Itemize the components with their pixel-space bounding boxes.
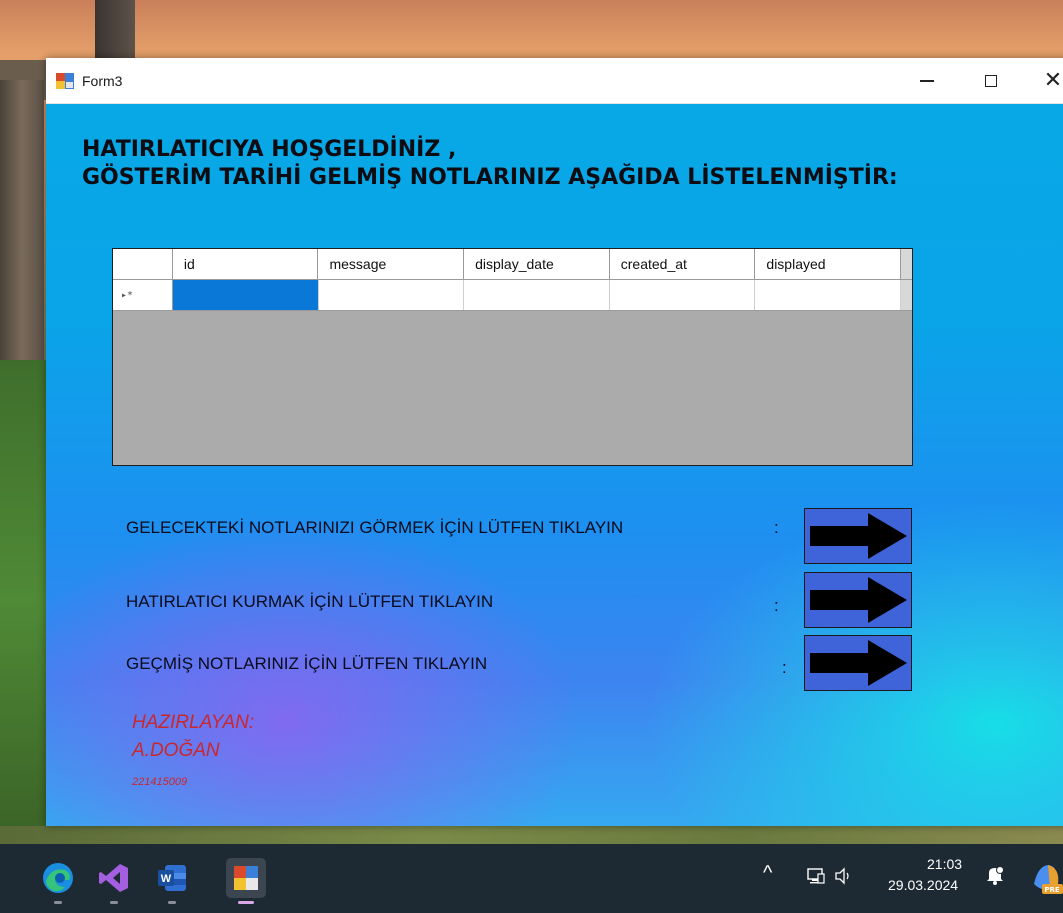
taskbar-form-app-button[interactable]: [226, 858, 266, 904]
column-header-displayed[interactable]: displayed: [755, 249, 902, 279]
close-button[interactable]: ✕: [1030, 58, 1063, 104]
arrow-right-icon: [810, 577, 907, 623]
grid-header-filler: [901, 249, 913, 279]
new-row-marker[interactable]: ▸*: [113, 280, 173, 310]
column-header-message[interactable]: message: [318, 249, 465, 279]
heading-line-1: HATIRLATICIYA HOŞGELDİNİZ ,: [82, 137, 457, 162]
svg-text:PRE: PRE: [1044, 886, 1060, 894]
welcome-heading: HATIRLATICIYA HOŞGELDİNİZ , GÖSTERİM TAR…: [82, 136, 898, 192]
winforms-app-icon: [234, 866, 258, 890]
form-client-area: HATIRLATICIYA HOŞGELDİNİZ , GÖSTERİM TAR…: [46, 104, 1063, 826]
minimize-button[interactable]: [904, 58, 950, 104]
taskbar-word-button[interactable]: W: [152, 858, 192, 904]
visual-studio-icon: [99, 864, 128, 892]
taskbar-edge-button[interactable]: [38, 858, 78, 904]
word-icon: W: [158, 865, 186, 891]
set-reminder-button[interactable]: [804, 572, 912, 628]
desktop-wallpaper-stone: [95, 0, 135, 60]
svg-text:W: W: [161, 873, 172, 885]
copilot-icon[interactable]: PRE: [1030, 860, 1063, 900]
tray-overflow-chevron[interactable]: ^: [763, 862, 772, 885]
heading-line-2: GÖSTERİM TARİHİ GELMİŞ NOTLARINIZ AŞAĞID…: [82, 165, 898, 190]
future-notes-button[interactable]: [804, 508, 912, 564]
grid-header-row: id message display_date created_at displ…: [113, 249, 913, 280]
edge-icon: [43, 863, 73, 893]
row-header-corner[interactable]: [113, 249, 173, 279]
set-reminder-colon: :: [774, 596, 779, 615]
notification-bell-icon[interactable]: [984, 864, 1006, 890]
form-app-icon[interactable]: [56, 72, 74, 89]
title-bar[interactable]: Form3 ✕: [46, 58, 1063, 104]
past-notes-button[interactable]: [804, 635, 912, 691]
desktop-wallpaper-stone: [0, 80, 44, 370]
cell-id[interactable]: [172, 280, 319, 310]
taskbar-running-indicator: [110, 901, 118, 904]
past-notes-colon: :: [782, 658, 787, 677]
window-title: Form3: [82, 72, 123, 89]
table-row-new[interactable]: ▸*: [113, 280, 912, 311]
clock-date[interactable]: 29.03.2024: [888, 877, 958, 893]
desktop-wallpaper-grass: [0, 360, 46, 840]
taskbar-running-indicator: [168, 901, 176, 904]
maximize-icon: [985, 75, 997, 87]
taskbar: W ^ 21:03 29.03.2024 PRE: [0, 844, 1063, 913]
grid-row-filler: [901, 280, 912, 310]
volume-icon[interactable]: [834, 867, 854, 889]
column-header-created-at[interactable]: created_at: [610, 249, 756, 279]
arrow-right-icon: [810, 513, 907, 559]
close-icon: ✕: [1043, 68, 1063, 93]
cell-displayed[interactable]: [755, 280, 901, 310]
cell-created-at[interactable]: [610, 280, 756, 310]
notes-data-grid[interactable]: id message display_date created_at displ…: [112, 248, 913, 466]
cell-message[interactable]: [319, 280, 465, 310]
author-name: A.DOĞAN: [132, 740, 220, 761]
maximize-button[interactable]: [968, 58, 1014, 104]
future-notes-label: GELECEKTEKİ NOTLARINIZI GÖRMEK İÇİN LÜTF…: [126, 518, 624, 537]
past-notes-label: GEÇMİŞ NOTLARINIZ İÇİN LÜTFEN TIKLAYIN: [126, 654, 488, 673]
clock-time[interactable]: 21:03: [927, 856, 962, 872]
column-header-display-date[interactable]: display_date: [464, 249, 610, 279]
arrow-right-icon: [810, 640, 907, 686]
taskbar-running-indicator: [54, 901, 62, 904]
desktop-wallpaper-grass: [0, 826, 1063, 844]
author-label: HAZIRLAYAN:: [132, 712, 255, 733]
author-student-number: 221415009: [132, 776, 188, 788]
set-reminder-label: HATIRLATICI KURMAK İÇİN LÜTFEN TIKLAYIN: [126, 592, 494, 611]
network-icon[interactable]: [806, 866, 826, 890]
form3-window: Form3 ✕ HATIRLATICIYA HOŞGELDİNİZ , GÖST…: [46, 58, 1063, 826]
future-notes-colon: :: [774, 518, 779, 537]
taskbar-visual-studio-button[interactable]: [94, 858, 134, 904]
minimize-icon: [920, 80, 934, 82]
column-header-id[interactable]: id: [173, 249, 319, 279]
taskbar-active-indicator: [238, 901, 254, 904]
cell-display-date[interactable]: [464, 280, 610, 310]
